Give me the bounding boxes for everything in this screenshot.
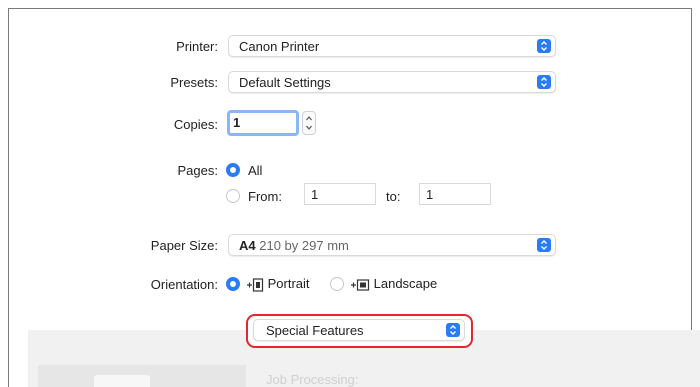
paper-size-name: A4	[239, 238, 256, 253]
pages-to-field[interactable]: 1	[419, 183, 491, 205]
printer-popup[interactable]: Canon Printer	[228, 35, 556, 57]
presets-value: Default Settings	[239, 75, 331, 90]
landscape-option: Landscape	[350, 276, 437, 293]
stepper-arrows-icon	[306, 116, 312, 130]
portrait-icon	[247, 277, 264, 292]
copies-field[interactable]: 1	[227, 110, 299, 136]
preview-tab	[94, 375, 150, 387]
paper-size-value: A4 210 by 297 mm	[239, 238, 349, 253]
copies-value: 1	[233, 115, 241, 130]
paper-size-label: Paper Size:	[150, 238, 218, 253]
portrait-label: Portrait	[267, 276, 310, 291]
pages-to-value: 1	[426, 187, 434, 202]
pages-all-radio[interactable]	[226, 163, 240, 177]
section-menu-value: Special Features	[266, 323, 364, 338]
paper-size-popup[interactable]: A4 210 by 297 mm	[228, 234, 556, 256]
chevron-updown-icon	[537, 75, 551, 89]
chevron-updown-icon	[446, 323, 460, 337]
section-menu-popup[interactable]: Special Features	[253, 319, 465, 341]
presets-label: Presets:	[170, 75, 218, 90]
pages-to-label: to:	[386, 189, 401, 204]
pages-all-label: All	[248, 163, 263, 178]
pages-from-field[interactable]: 1	[304, 183, 376, 205]
orientation-portrait-radio[interactable]	[226, 277, 240, 291]
pages-from-radio[interactable]	[226, 189, 240, 203]
job-processing-label: Job Processing:	[266, 372, 359, 387]
pages-from-value: 1	[311, 187, 319, 202]
pages-from-label: From:	[248, 189, 282, 204]
copies-label: Copies:	[173, 117, 218, 132]
printer-label: Printer:	[176, 39, 218, 54]
paper-size-detail: 210 by 297 mm	[259, 238, 349, 253]
copies-stepper[interactable]	[302, 111, 316, 135]
pages-label: Pages:	[177, 163, 218, 178]
orientation-landscape-radio[interactable]	[330, 277, 344, 291]
presets-popup[interactable]: Default Settings	[228, 71, 556, 93]
chevron-updown-icon	[537, 238, 551, 252]
orientation-label: Orientation:	[150, 277, 218, 292]
printer-value: Canon Printer	[239, 39, 320, 54]
landscape-icon	[351, 278, 370, 291]
portrait-option: Portrait	[246, 276, 310, 293]
chevron-updown-icon	[537, 39, 551, 53]
landscape-label: Landscape	[373, 276, 438, 291]
